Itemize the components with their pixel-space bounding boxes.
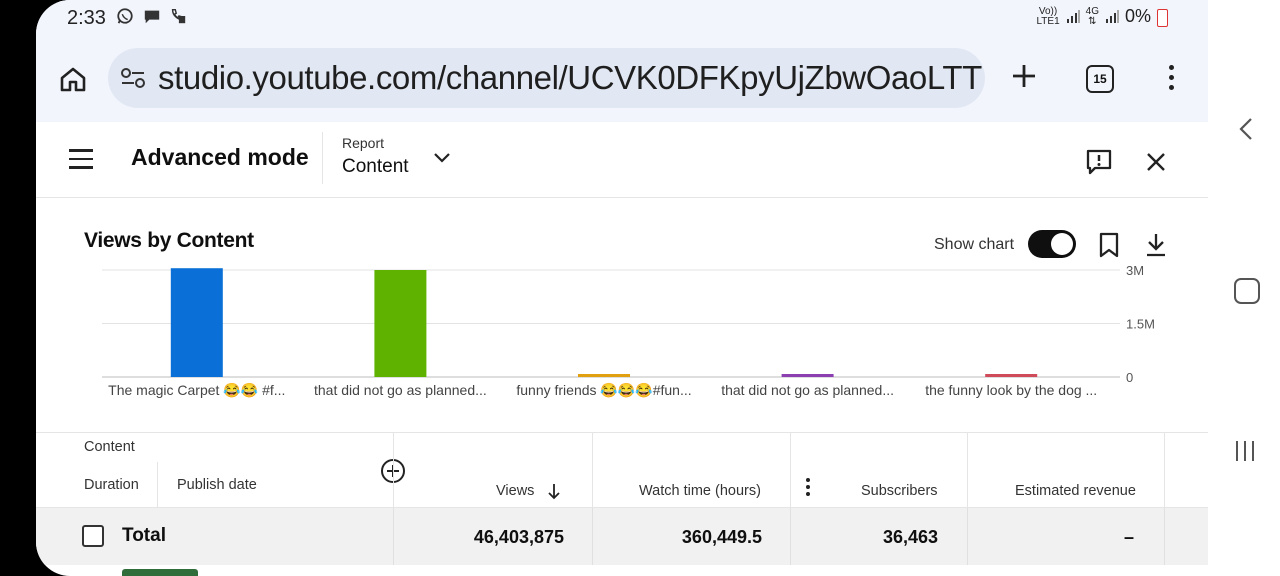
new-tab-icon[interactable] [1008, 60, 1040, 92]
browser-toolbar: studio.youtube.com/channel/UCVK0DFKpyUjZ… [36, 36, 1208, 122]
close-icon[interactable] [1144, 150, 1168, 174]
x-category-label: The magic Carpet 😂😂 #f... [108, 382, 285, 398]
column-divider [1164, 433, 1165, 508]
status-right: Vo)) LTE1 4G ⇅ 0% [1036, 6, 1168, 27]
signal-icon [1066, 9, 1080, 23]
y-tick-label: 0 [1126, 370, 1133, 385]
home-button-icon[interactable] [1234, 278, 1260, 304]
toggle-knob [1051, 233, 1073, 255]
message-icon [144, 10, 159, 24]
header-content[interactable]: Content [84, 439, 135, 455]
header-watch-time[interactable]: Watch time (hours) [639, 483, 761, 499]
header-duration[interactable]: Duration [84, 477, 139, 493]
x-category-label: that did not go as planned... [314, 382, 487, 398]
header-subscribers[interactable]: Subscribers [861, 483, 938, 499]
x-category-label: that did not go as planned... [721, 382, 894, 398]
x-category-label: the funny look by the dog ... [925, 382, 1097, 398]
volte-text: Vo)) [1038, 5, 1058, 17]
column-divider [393, 433, 394, 508]
browser-menu-icon[interactable] [1166, 62, 1176, 96]
home-icon[interactable] [58, 64, 88, 94]
column-divider [967, 433, 968, 508]
call-forward-icon [172, 8, 186, 24]
row-divider [790, 508, 791, 565]
chevron-down-icon[interactable] [432, 150, 452, 166]
header-views[interactable]: Views [496, 483, 534, 499]
report-dropdown[interactable]: Content [342, 156, 409, 178]
bookmark-icon[interactable] [1098, 232, 1120, 258]
download-icon[interactable] [1144, 232, 1168, 258]
site-settings-icon[interactable] [120, 66, 146, 90]
column-divider [790, 433, 791, 508]
whatsapp-icon [117, 8, 133, 24]
total-label: Total [122, 525, 166, 546]
header-estimated-revenue[interactable]: Estimated revenue [1015, 483, 1136, 499]
hamburger-menu-icon[interactable] [69, 149, 93, 169]
bar[interactable] [985, 374, 1038, 377]
net-type-text: 4G [1085, 5, 1099, 17]
x-category-label: funny friends 😂😂😂#fun... [516, 382, 691, 398]
total-subscribers: 36,463 [882, 527, 938, 547]
feedback-icon[interactable] [1085, 148, 1113, 176]
bar[interactable] [170, 268, 223, 377]
phone-screen: 2:33 Vo)) LTE1 4G ⇅ 0% studio.youtube.co… [36, 0, 1208, 576]
address-bar[interactable]: studio.youtube.com/channel/UCVK0DFKpyUjZ… [108, 48, 985, 108]
row-divider [1164, 508, 1165, 565]
tab-switcher-button[interactable]: 15 [1086, 65, 1114, 93]
battery-icon [1157, 8, 1168, 27]
video-thumbnail[interactable] [122, 569, 198, 576]
data-arrows-icon: ⇅ [1088, 15, 1097, 27]
back-icon[interactable] [1236, 116, 1256, 142]
bar[interactable] [781, 374, 834, 377]
status-bar: 2:33 Vo)) LTE1 4G ⇅ 0% [36, 0, 1208, 36]
table-top-border [36, 432, 1208, 433]
row-divider [592, 508, 593, 565]
row-divider [393, 508, 394, 565]
show-chart-label: Show chart [934, 236, 1015, 253]
total-watch-time: 360,449.5 [681, 527, 762, 547]
y-tick-label: 3M [1126, 263, 1144, 278]
lte-text: LTE1 [1036, 15, 1060, 27]
chart-title: Views by Content [84, 229, 254, 252]
show-chart-toggle[interactable] [1028, 230, 1076, 258]
signal-icon-2 [1105, 9, 1119, 23]
system-nav-bar [1208, 0, 1280, 576]
notification-icons [116, 7, 187, 30]
sort-descending-icon[interactable] [546, 482, 562, 500]
column-options-icon[interactable] [806, 478, 812, 496]
total-views: 46,403,875 [473, 527, 564, 547]
header-divider [322, 132, 323, 184]
recent-apps-icon[interactable] [1234, 440, 1256, 462]
battery-percent: 0% [1124, 6, 1151, 26]
total-revenue: – [1123, 527, 1134, 547]
select-all-checkbox[interactable] [82, 525, 104, 547]
total-row: Total 46,403,875 360,449.5 36,463 – [36, 507, 1208, 565]
net-type: 4G ⇅ [1085, 5, 1099, 27]
bar[interactable] [578, 374, 630, 377]
volte-indicator: Vo)) LTE1 [1036, 5, 1060, 27]
y-tick-label: 1.5M [1126, 317, 1155, 332]
status-time: 2:33 [67, 7, 106, 29]
column-divider [592, 433, 593, 508]
studio-header: Advanced mode Report Content [36, 122, 1208, 198]
column-divider [157, 462, 158, 507]
row-divider [967, 508, 968, 565]
bar[interactable] [374, 270, 427, 377]
page-title: Advanced mode [131, 144, 309, 170]
header-publish-date[interactable]: Publish date [177, 477, 257, 493]
url-text[interactable]: studio.youtube.com/channel/UCVK0DFKpyUjZ… [158, 59, 982, 97]
views-bar-chart: 0 1.5M 3M The magic Carpet 😂😂 #f... that did… [102, 263, 1155, 398]
report-label: Report [342, 135, 385, 151]
